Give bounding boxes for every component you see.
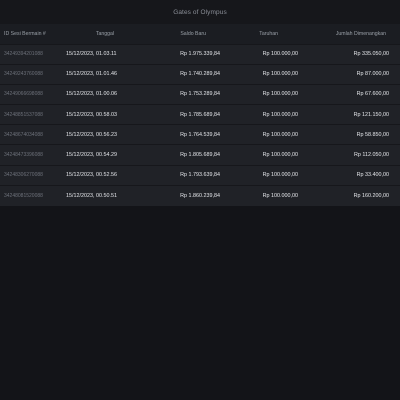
session-id-cell[interactable]: 34248306270088 <box>0 165 60 185</box>
balance-cell: Rp 1.785.689,84 <box>180 111 220 118</box>
win-amount-cell: Rp 67.600,00 <box>356 91 389 98</box>
date-cell: 15/12/2023, 01.03.11 <box>66 51 117 58</box>
table-row[interactable]: 34248306270088 15/12/2023, 00.52.56 Rp 1… <box>0 165 400 186</box>
bet-cell: Rp 100.000,00 <box>262 152 298 159</box>
session-id-cell[interactable]: 34249066698088 <box>0 84 60 104</box>
balance-cell: Rp 1.740.289,84 <box>180 71 220 78</box>
balance-cell: Rp 1.764.539,84 <box>180 131 220 138</box>
game-history-page: Gates of Olympus ID Sesi Bermain # Tangg… <box>0 0 400 400</box>
win-amount-cell: Rp 58.850,00 <box>356 131 389 138</box>
table-row[interactable]: 34249066698088 15/12/2023, 01.00.06 Rp 1… <box>0 84 400 105</box>
date-cell: 15/12/2023, 01.00.06 <box>66 91 117 98</box>
win-amount-cell: Rp 33.400,00 <box>356 172 389 179</box>
column-header-win-amount: Jumlah Dimenangkan <box>335 30 386 37</box>
session-id-cell[interactable]: 34249394201088 <box>0 44 60 64</box>
header-row: ID Sesi Bermain # Tanggal Saldo Baru Tar… <box>0 24 400 44</box>
game-title: Gates of Olympus <box>173 8 227 16</box>
table-row[interactable]: 34248674034088 15/12/2023, 00.56.23 Rp 1… <box>0 124 400 145</box>
date-cell: 15/12/2023, 00.56.23 <box>66 131 117 138</box>
table-row[interactable]: 34249394201088 15/12/2023, 01.03.11 Rp 1… <box>0 44 400 65</box>
table-row[interactable]: 34249243760088 15/12/2023, 01.01.46 Rp 1… <box>0 64 400 85</box>
win-amount-cell: Rp 87.000,00 <box>356 71 389 78</box>
win-amount-cell: Rp 335.050,00 <box>353 51 389 58</box>
bet-cell: Rp 100.000,00 <box>262 131 298 138</box>
bet-cell: Rp 100.000,00 <box>262 172 298 179</box>
column-header-session-id: ID Sesi Bermain # <box>4 30 46 37</box>
table-row[interactable]: 34248081520088 15/12/2023, 00.50.51 Rp 1… <box>0 185 400 206</box>
column-header-bet: Taruhan <box>259 30 278 37</box>
win-amount-cell: Rp 160.200,00 <box>353 192 389 199</box>
balance-cell: Rp 1.975.339,84 <box>180 51 220 58</box>
balance-cell: Rp 1.793.639,84 <box>180 172 220 179</box>
win-amount-cell: Rp 112.050,00 <box>354 152 389 159</box>
balance-cell: Rp 1.860.239,84 <box>180 192 220 199</box>
date-cell: 15/12/2023, 00.50.51 <box>66 192 117 199</box>
session-id-cell[interactable]: 34248081520088 <box>0 185 60 205</box>
column-header-balance: Saldo Baru <box>180 30 206 37</box>
column-header-date: Tanggal <box>95 30 115 37</box>
session-id-cell[interactable]: 34248473396088 <box>0 145 60 165</box>
session-id-cell[interactable]: 34248851537088 <box>0 105 60 125</box>
balance-cell: Rp 1.805.689,84 <box>180 152 220 159</box>
page-header: Gates of Olympus <box>0 0 400 24</box>
bet-cell: Rp 100.000,00 <box>262 111 298 118</box>
bet-cell: Rp 100.000,00 <box>262 71 298 78</box>
table-row[interactable]: 34248851537088 15/12/2023, 00.58.03 Rp 1… <box>0 104 400 125</box>
history-table-container: ID Sesi Bermain # Tanggal Saldo Baru Tar… <box>0 24 400 206</box>
bet-cell: Rp 100.000,00 <box>262 51 298 58</box>
bet-cell: Rp 100.000,00 <box>262 91 298 98</box>
session-id-cell[interactable]: 34249243760088 <box>0 64 60 84</box>
date-cell: 15/12/2023, 00.58.03 <box>66 111 117 118</box>
session-id-cell[interactable]: 34248674034088 <box>0 125 60 145</box>
table-header: ID Sesi Bermain # Tanggal Saldo Baru Tar… <box>0 24 400 44</box>
history-table: ID Sesi Bermain # Tanggal Saldo Baru Tar… <box>0 24 400 206</box>
table-row[interactable]: 34248473396088 15/12/2023, 00.54.29 Rp 1… <box>0 144 400 166</box>
balance-cell: Rp 1.753.289,84 <box>180 91 220 98</box>
date-cell: 15/12/2023, 00.54.29 <box>66 152 117 159</box>
bet-cell: Rp 100.000,00 <box>262 192 298 199</box>
date-cell: 15/12/2023, 01.01.46 <box>66 71 117 78</box>
table-body: 34249394201088 15/12/2023, 01.03.11 Rp 1… <box>0 44 400 206</box>
date-cell: 15/12/2023, 00.52.56 <box>66 172 117 179</box>
win-amount-cell: Rp 121.150,00 <box>353 111 389 118</box>
